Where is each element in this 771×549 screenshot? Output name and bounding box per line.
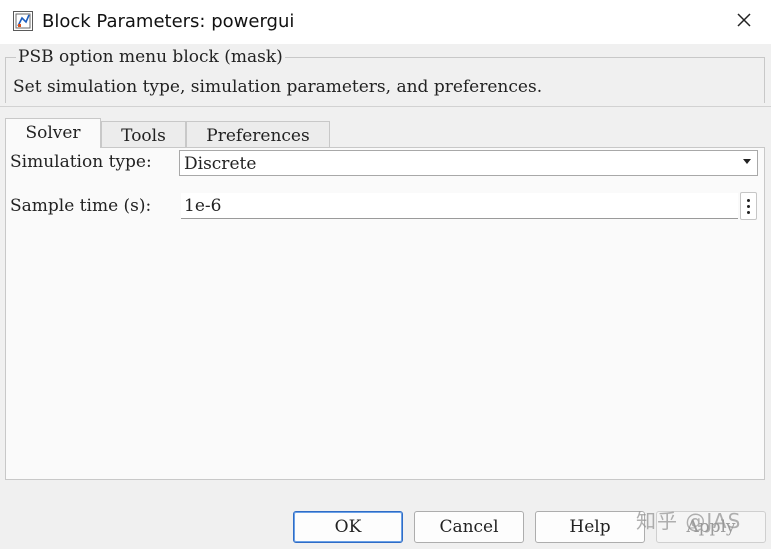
simulink-block-icon <box>13 11 33 31</box>
title-bar: Block Parameters: powergui <box>0 0 771 44</box>
ok-button[interactable]: OK <box>293 511 403 543</box>
tab-solver[interactable]: Solver <box>5 118 101 148</box>
tab-preferences[interactable]: Preferences <box>186 121 330 148</box>
close-icon <box>736 12 752 32</box>
window-title: Block Parameters: powergui <box>42 11 295 32</box>
divider <box>0 106 771 107</box>
cancel-button[interactable]: Cancel <box>414 511 524 543</box>
close-button[interactable] <box>726 6 762 38</box>
simulation-type-value: Discrete <box>184 154 257 174</box>
chevron-down-icon <box>743 159 751 164</box>
simulation-type-dropdown[interactable]: Discrete <box>179 150 758 176</box>
more-options-icon[interactable] <box>740 192 757 220</box>
sample-time-input[interactable] <box>181 193 738 219</box>
help-button[interactable]: Help <box>535 511 645 543</box>
description-group-title: PSB option menu block (mask) <box>16 46 285 68</box>
sample-time-label: Sample time (s): <box>10 196 152 216</box>
simulation-type-label: Simulation type: <box>10 152 152 172</box>
tab-tools[interactable]: Tools <box>101 121 186 148</box>
apply-button[interactable]: Apply <box>656 511 766 543</box>
description-text: Set simulation type, simulation paramete… <box>13 77 543 97</box>
